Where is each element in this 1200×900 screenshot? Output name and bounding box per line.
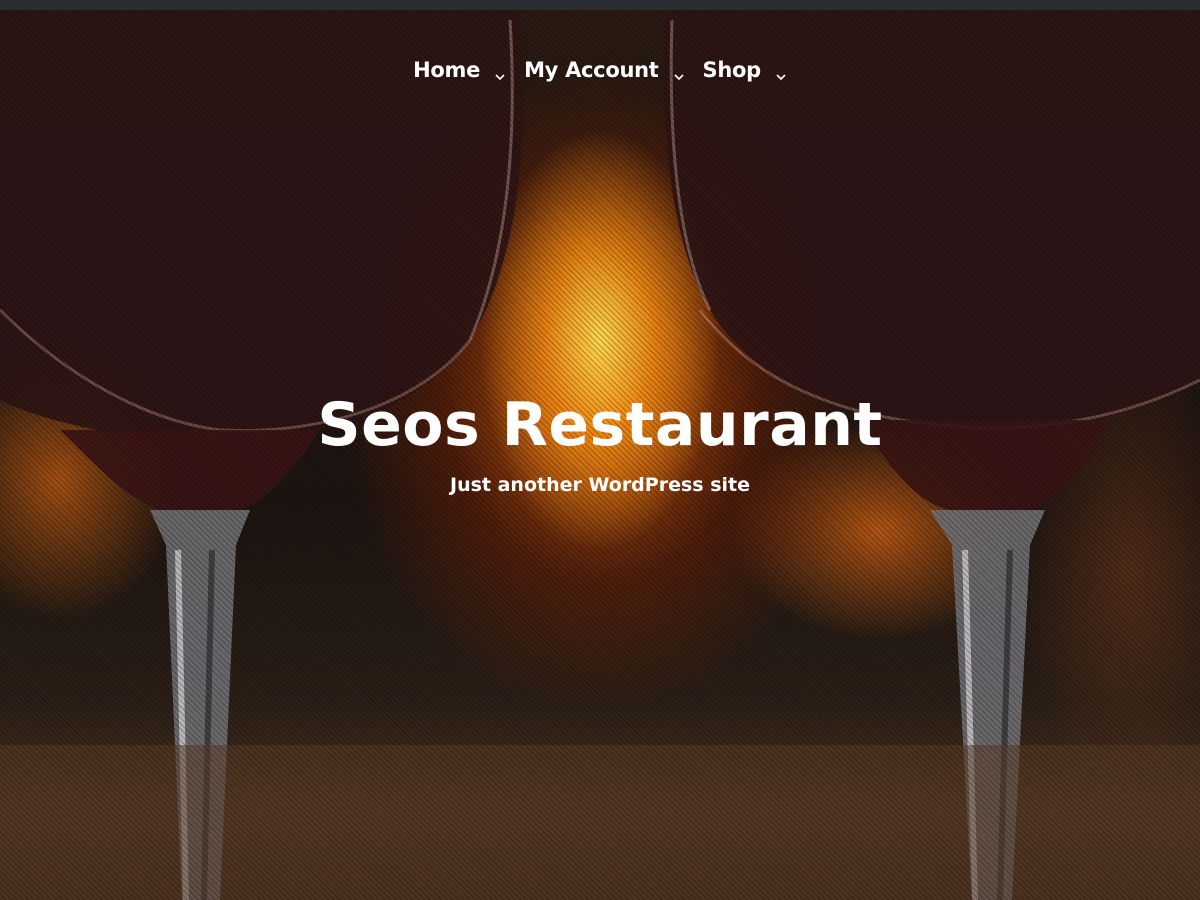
nav-item-my-account[interactable]: My Account	[524, 58, 684, 82]
chevron-down-icon[interactable]	[673, 64, 685, 81]
main-navigation: Home My Account Shop	[0, 58, 1200, 82]
nav-item-shop[interactable]: Shop	[703, 58, 787, 82]
nav-item-label: My Account	[524, 58, 659, 82]
admin-top-bar	[0, 0, 1200, 10]
nav-item-home[interactable]: Home	[413, 58, 506, 82]
site-tagline: Just another WordPress site	[450, 474, 750, 496]
chevron-down-icon[interactable]	[494, 64, 506, 81]
chevron-down-icon[interactable]	[775, 64, 787, 81]
page: Home My Account Shop Seos Restaurant Jus…	[0, 0, 1200, 900]
site-title[interactable]: Seos Restaurant	[0, 390, 1200, 460]
nav-item-label: Home	[413, 58, 481, 82]
nav-item-label: Shop	[702, 58, 762, 82]
